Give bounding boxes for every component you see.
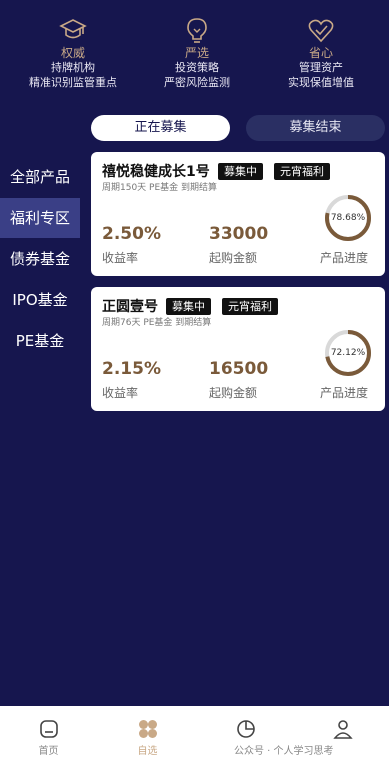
amount-value: 33000 [209,224,269,244]
tab-raising[interactable]: 正在募集 [91,115,230,141]
amount-value: 16500 [209,359,269,379]
nav-profile[interactable] [294,706,389,766]
nav-favorites[interactable]: 自选 [99,706,196,766]
status-badge: 募集中 [166,298,211,315]
rate-label: 收益率 [102,386,139,400]
rate-value: 2.50% [102,224,161,244]
features-bar: 权威 持牌机构 精准识别监管重点 严选 投资策略 严密风险监测 省心 管理资产 … [0,0,389,110]
progress-percent: 78.68% [330,213,366,223]
nav-label: 首页 [38,746,59,757]
lightbulb-icon [187,18,207,43]
graduation-cap-icon [59,19,87,39]
product-subtitle: 周期76天 PE基金 到期结算 [102,318,212,328]
home-icon [39,720,58,738]
progress-percent: 72.12% [330,348,366,358]
product-name: 禧悦稳健成长1号 [102,164,210,180]
sidebar-item-all-products[interactable]: 全部产品 [0,157,80,197]
feature-line: 管理资产 [299,61,343,74]
progress-label: 产品进度 [320,251,369,265]
feature-line: 持牌机构 [51,61,95,74]
profile-icon [332,720,353,739]
amount-label: 起购金额 [209,386,258,400]
sidebar-item-pe-fund[interactable]: PE基金 [0,321,80,361]
feature-title: 严选 [184,46,209,60]
progress-label: 产品进度 [320,386,369,400]
heart-check-icon [308,19,334,43]
tab-raising-ended[interactable]: 募集结束 [246,115,385,141]
sidebar-item-bond-fund[interactable]: 债券基金 [0,239,80,279]
sidebar-item-ipo-fund[interactable]: IPO基金 [0,280,80,320]
pie-chart-icon [236,720,255,738]
product-card[interactable]: 禧悦稳健成长1号 募集中 元宵福利 周期150天 PE基金 到期结算 2.50%… [91,152,385,276]
rate-label: 收益率 [102,251,139,265]
feature-line: 严密风险监测 [164,76,230,89]
nav-home[interactable]: 首页 [0,706,97,766]
product-name: 正圆壹号 [102,299,158,315]
nav-label: 自选 [137,746,158,757]
feature-worry-free: 省心 管理资产 实现保值增值 [256,12,386,90]
promo-badge: 元宵福利 [222,298,278,315]
amount-label: 起购金额 [209,251,258,265]
feature-line: 精准识别监管重点 [29,76,117,89]
feature-selection: 严选 投资策略 严密风险监测 [132,12,262,90]
product-subtitle: 周期150天 PE基金 到期结算 [102,183,218,193]
feature-line: 投资策略 [175,61,219,74]
rate-value: 2.15% [102,359,161,379]
bottom-nav: 首页 自选 [0,706,389,766]
favorites-icon [138,720,157,738]
promo-badge: 元宵福利 [274,163,330,180]
feature-authority: 权威 持牌机构 精准识别监管重点 [8,12,138,90]
feature-title: 省心 [308,46,333,60]
status-badge: 募集中 [218,163,263,180]
sidebar-item-welfare[interactable]: 福利专区 [0,198,80,238]
nav-portfolio[interactable] [197,706,294,766]
feature-title: 权威 [60,46,85,60]
product-card[interactable]: 正圆壹号 募集中 元宵福利 周期76天 PE基金 到期结算 2.15% 收益率 … [91,287,385,411]
watermark-text: 公众号 · 个人学习思考 [234,746,334,757]
feature-line: 实现保值增值 [288,76,354,89]
